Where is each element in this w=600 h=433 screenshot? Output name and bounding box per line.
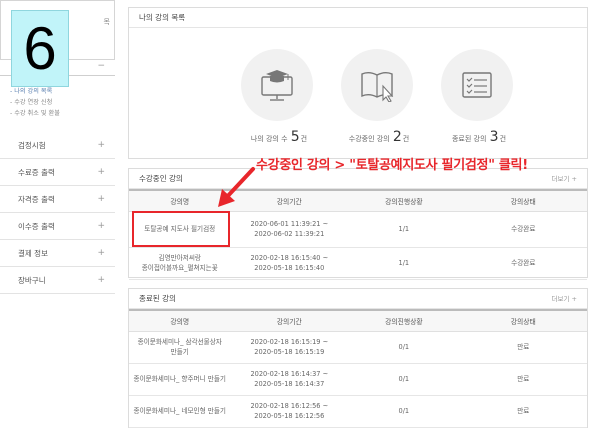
column-header: 강의진행상황 [348, 189, 460, 212]
column-header: 강의기간 [230, 309, 349, 332]
step-number: 6 [23, 14, 57, 82]
stat-value: 3 [489, 129, 499, 145]
stat-value: 2 [392, 129, 402, 145]
course-name-link[interactable]: 종이문화세미나_ 향주머니 만들기 [129, 363, 231, 396]
monitor-graduation-cap-icon [261, 70, 293, 101]
table-row[interactable]: 김영만아저씨랑 종이접어볼까요_펼쳐지는꽃 2020-02-18 16:15:4… [129, 247, 587, 280]
more-link[interactable]: 더보기 + [552, 169, 577, 189]
table-row[interactable]: 종이문화세미나_ 삼각선물상자 만들기 2020-02-18 16:15:19 … [129, 331, 587, 364]
stat-ongoing-courses: 수강중인 강의 2건 [329, 29, 429, 157]
sidebar-subitem-my-course-list[interactable]: - 나의 강의 목록 [10, 86, 115, 97]
finished-courses-panel: 종료된 강의 더보기 + 강의명 강의기간 강의진행상황 강의상태 종이문화세미… [128, 288, 588, 428]
course-period: 2020-02-18 16:15:40 ~2020-05-18 16:15:40 [230, 247, 349, 280]
course-period: 2020-02-18 16:15:19 ~2020-05-18 16:15:19 [230, 331, 349, 364]
course-status: 수강완료 [459, 247, 587, 280]
finished-courses-table: 강의명 강의기간 강의진행상황 강의상태 종이문화세미나_ 삼각선물상자 만들기… [129, 309, 587, 428]
expand-icon[interactable]: + [97, 186, 105, 213]
expand-icon[interactable]: + [97, 159, 105, 186]
stat-total-courses: 나의 강의 수 5건 [229, 29, 329, 157]
column-header: 강의명 [129, 309, 231, 332]
sidebar-subitem-extension-request[interactable]: - 수강 연장 신청 [10, 97, 115, 108]
book-cursor-icon [361, 72, 394, 102]
more-link[interactable]: 더보기 + [552, 289, 577, 309]
course-name-link[interactable]: 종이문화세미나_ 삼각선물상자 만들기 [129, 331, 231, 364]
annotation-text: 수강중인 강의 > "토탈공예지도사 필기검정" 클릭! [256, 158, 528, 173]
checklist-icon [462, 72, 492, 98]
sidebar-item-label: 결제 정보 [18, 249, 48, 258]
column-header: 강의상태 [459, 309, 587, 332]
course-status: 만료 [459, 363, 587, 396]
sidebar-item-payment-info[interactable]: 결제 정보 + [0, 240, 115, 267]
expand-icon[interactable]: + [97, 132, 105, 159]
course-period: 2020-02-18 16:14:37 ~2020-05-18 16:14:37 [230, 363, 349, 396]
panel-title: 종료된 강의 더보기 + [129, 289, 587, 309]
stat-circle [241, 49, 313, 121]
table-row[interactable]: 종이문화세미나_ 네모인형 만들기 2020-02-18 16:12:56 ~2… [129, 395, 587, 428]
stat-circle [341, 49, 413, 121]
sidebar-header-text: 목 [103, 18, 110, 26]
sidebar-item-label: 검정시험 [18, 141, 46, 150]
expand-icon[interactable]: + [97, 240, 105, 267]
highlight-box [132, 211, 230, 247]
sidebar-item-course-certificate[interactable]: 이수증 출력 + [0, 213, 115, 240]
course-status: 수강완료 [459, 211, 587, 248]
column-header: 강의진행상황 [348, 309, 460, 332]
sidebar-item-certification-exam[interactable]: 검정시험 + [0, 132, 115, 159]
course-name-link[interactable]: 종이문화세미나_ 네모인형 만들기 [129, 395, 231, 428]
collapse-icon[interactable]: − [97, 61, 105, 71]
course-period: 2020-02-18 16:12:56 ~2020-05-18 16:12:56 [230, 395, 349, 428]
stat-value: 5 [290, 129, 300, 145]
stat-circle [441, 49, 513, 121]
my-courses-panel: 나의 강의 목록 나의 강의 수 5건 수강중인 강의 2건 종료된 강의 3건 [128, 7, 588, 159]
course-progress: 1/1 [348, 247, 460, 280]
sidebar-item-label: 이수증 출력 [18, 222, 55, 231]
stat-label: 수강중인 강의 2건 [348, 129, 410, 145]
sidebar-item-label: 수료증 출력 [18, 168, 55, 177]
course-progress: 0/1 [348, 363, 460, 396]
expand-icon[interactable]: + [97, 213, 105, 240]
course-summary: 나의 강의 수 5건 수강중인 강의 2건 종료된 강의 3건 [129, 29, 587, 157]
sidebar-item-license-print[interactable]: 자격증 출력 + [0, 186, 115, 213]
table-row[interactable]: 종이문화세미나_ 향주머니 만들기 2020-02-18 16:14:37 ~2… [129, 363, 587, 396]
stat-label: 나의 강의 수 5건 [250, 129, 308, 145]
expand-icon[interactable]: + [97, 267, 105, 294]
panel-title: 나의 강의 목록 [129, 8, 587, 28]
course-progress: 0/1 [348, 331, 460, 364]
column-header: 강의상태 [459, 189, 587, 212]
sidebar-item-label: 자격증 출력 [18, 195, 55, 204]
sidebar-item-completion-certificate[interactable]: 수료증 출력 + [0, 159, 115, 186]
course-name-link[interactable]: 김영만아저씨랑 종이접어볼까요_펼쳐지는꽃 [129, 247, 231, 280]
sidebar-item-cart[interactable]: 장바구니 + [0, 267, 115, 294]
course-status: 만료 [459, 395, 587, 428]
stat-finished-courses: 종료된 강의 3건 [429, 29, 529, 157]
annotation-arrow-icon [218, 167, 255, 207]
course-status: 만료 [459, 331, 587, 364]
course-period: 2020-06-01 11:39:21 ~2020-06-02 11:39:21 [230, 211, 349, 248]
sidebar-subitem-cancel-refund[interactable]: - 수강 취소 및 환불 [10, 108, 115, 119]
stat-label: 종료된 강의 3건 [451, 129, 507, 145]
course-progress: 0/1 [348, 395, 460, 428]
course-progress: 1/1 [348, 211, 460, 248]
sidebar-item-label: 장바구니 [18, 276, 46, 285]
step-number-badge: 6 [11, 10, 69, 87]
